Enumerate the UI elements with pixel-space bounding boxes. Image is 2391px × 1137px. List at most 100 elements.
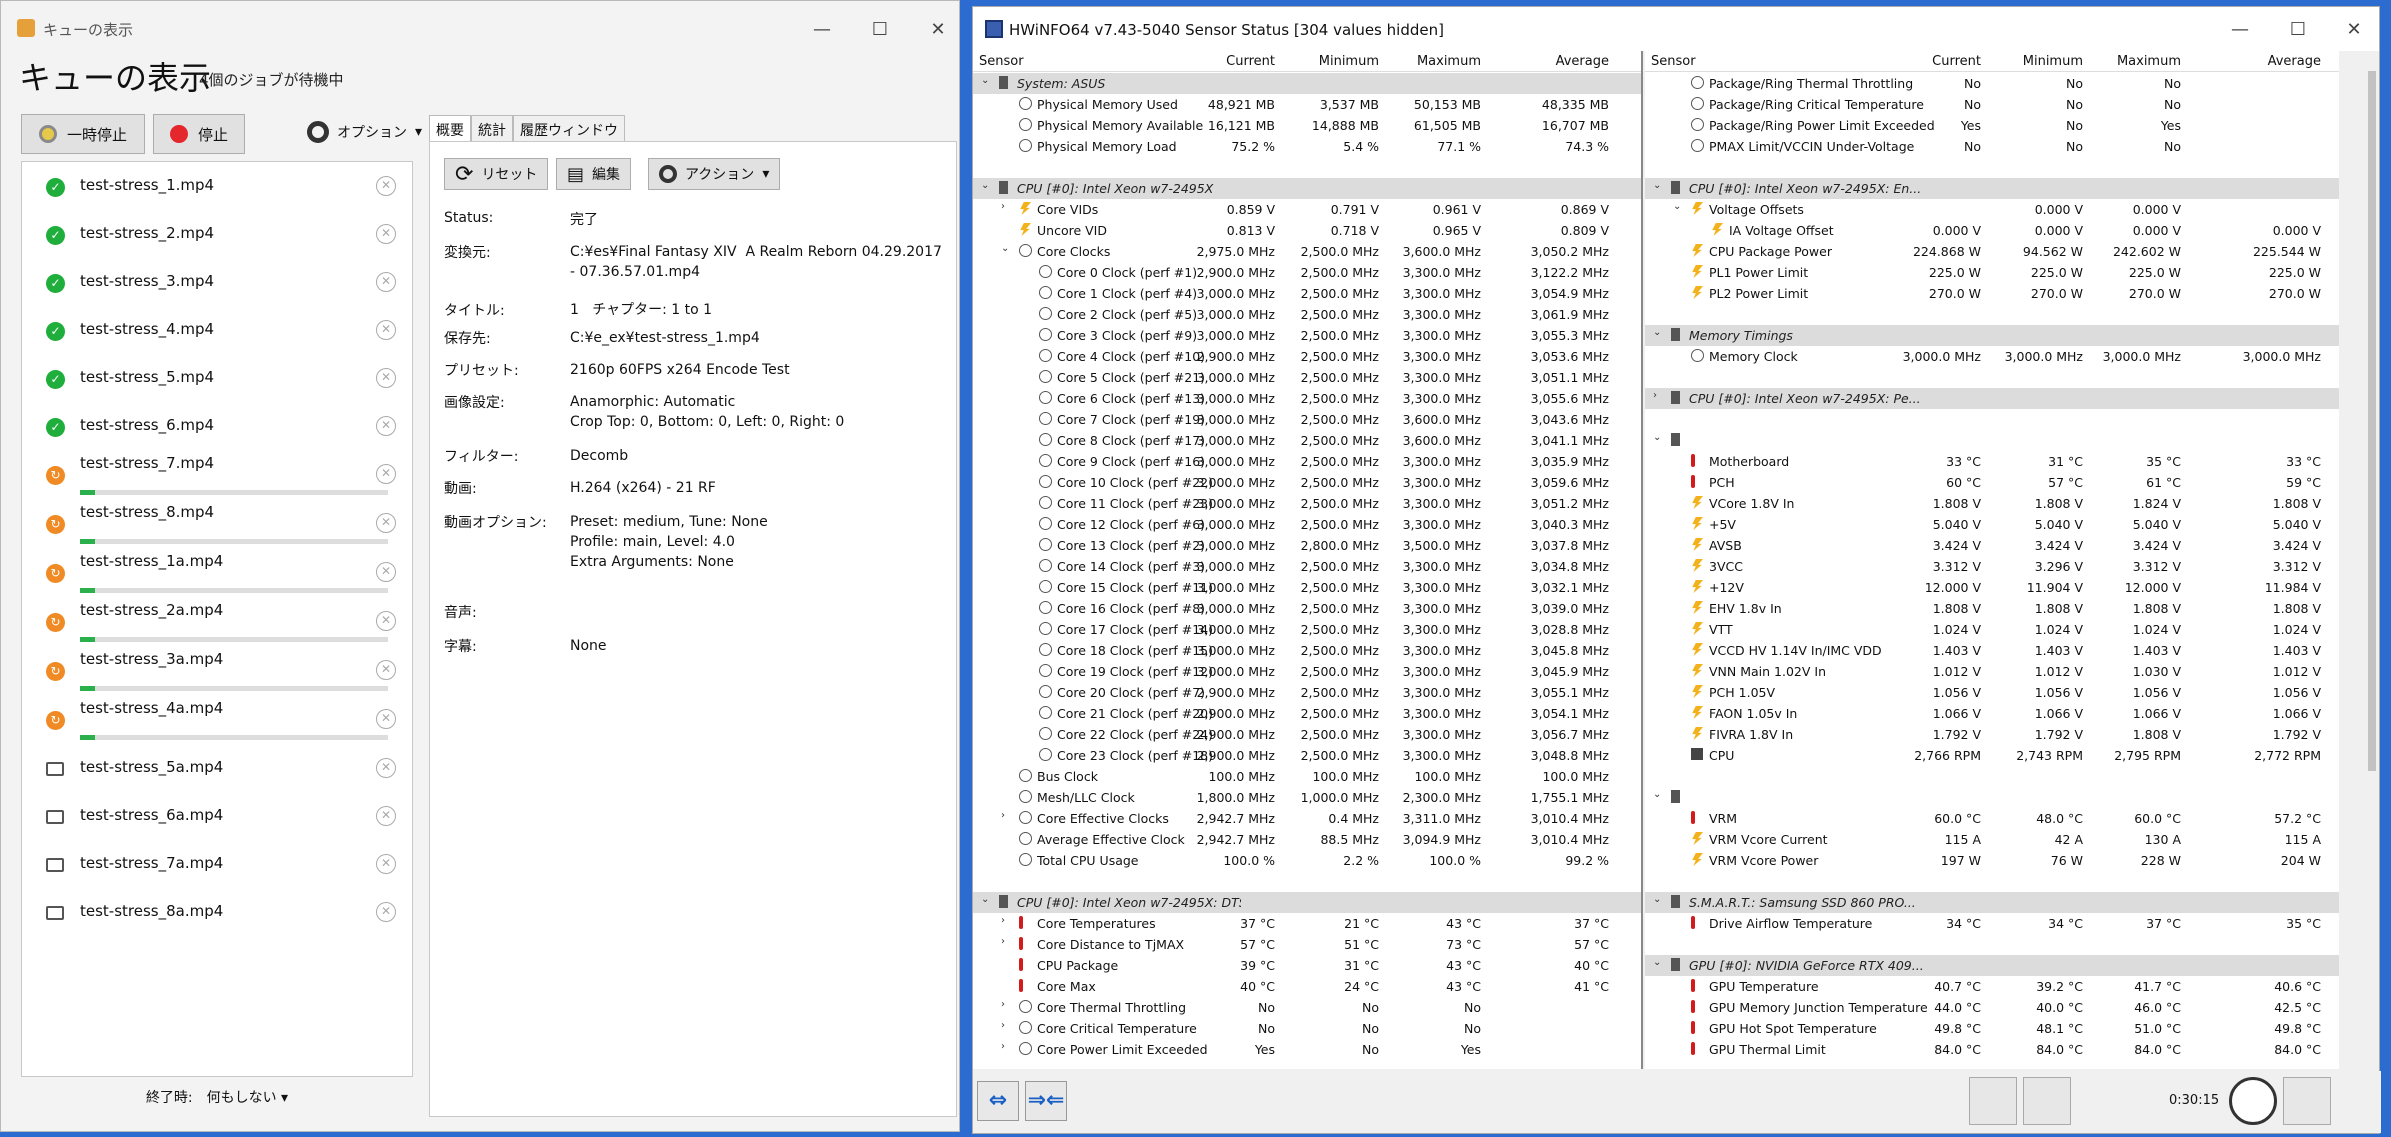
close-icon[interactable]: ✕ (923, 15, 953, 45)
list-item[interactable]: ↻ test-stress_4a.mp4 ✕ (22, 697, 412, 743)
list-item[interactable]: ✓ test-stress_3.mp4 ✕ (22, 260, 412, 306)
sensor-row[interactable]: › Core Effective Clocks 2,942.7 MHz 0.4 MHz… (973, 808, 1641, 829)
sensor-row[interactable]: CPU Package Power 224.868 W 94.562 W 242.60… (1645, 241, 2339, 262)
remove-icon[interactable]: ✕ (376, 660, 396, 680)
sensor-row[interactable]: Core 19 Clock (perf #12) 3,000.0 MHz 2,500… (973, 661, 1641, 682)
column-header-current[interactable]: Current (1226, 54, 1275, 69)
sensor-row[interactable]: Package/Ring Power Limit Exceeded Yes No Ye… (1645, 115, 2339, 136)
tab-stats[interactable]: 統計 (471, 115, 513, 141)
sensor-row[interactable]: VNN Main 1.02V In 1.012 V 1.012 V 1.030 V 1.… (1645, 661, 2339, 682)
sensor-group[interactable]: ⌄ Memory Timings (1645, 325, 2339, 346)
sensor-row[interactable]: EHV 1.8v In 1.808 V 1.808 V 1.808 V 1.808 V (1645, 598, 2339, 619)
list-item[interactable]: test-stress_5a.mp4 ✕ (22, 746, 412, 792)
list-item[interactable]: ↻ test-stress_1a.mp4 ✕ (22, 550, 412, 596)
sensor-pane-right[interactable]: Sensor Current Minimum Maximum Average Packag… (1645, 51, 2339, 1069)
sensor-row[interactable]: GPU Thermal Limit 84.0 °C 84.0 °C 84.0 °C 84… (1645, 1039, 2339, 1060)
sensor-row[interactable]: IA Voltage Offset 0.000 V 0.000 V 0.000 V 0.… (1645, 220, 2339, 241)
sensor-row[interactable]: Core 6 Clock (perf #13) 3,000.0 MHz 2,500.… (973, 388, 1641, 409)
list-item[interactable]: test-stress_6a.mp4 ✕ (22, 794, 412, 840)
scrollbar[interactable] (2365, 51, 2379, 1069)
remove-icon[interactable]: ✕ (376, 611, 396, 631)
list-item[interactable]: ✓ test-stress_4.mp4 ✕ (22, 308, 412, 354)
sensor-row[interactable]: Core 15 Clock (perf #11) 3,000.0 MHz 2,500… (973, 577, 1641, 598)
sensor-row[interactable]: Core 0 Clock (perf #1) 2,900.0 MHz 2,500.0… (973, 262, 1641, 283)
column-header-minimum[interactable]: Minimum (1319, 54, 1379, 69)
sensor-row[interactable]: VCCD HV 1.14V In/IMC VDD 1.403 V 1.403 V 1.… (1645, 640, 2339, 661)
sensor-row[interactable]: VCore 1.8V In 1.808 V 1.808 V 1.824 V 1.808 … (1645, 493, 2339, 514)
sensor-row[interactable]: › Core Critical Temperature No No No (973, 1018, 1641, 1039)
chevron-right-icon[interactable]: › (1001, 937, 1011, 947)
sensor-row[interactable]: Physical Memory Used 48,921 MB 3,537 MB 50,… (973, 94, 1641, 115)
sensor-row[interactable]: Core 1 Clock (perf #4) 3,000.0 MHz 2,500.0… (973, 283, 1641, 304)
remove-icon[interactable]: ✕ (376, 320, 396, 340)
remove-icon[interactable]: ✕ (376, 416, 396, 436)
sensor-row[interactable]: › Core Power Limit Exceeded Yes No Yes (973, 1039, 1641, 1060)
remove-icon[interactable]: ✕ (376, 758, 396, 778)
scrollbar-thumb[interactable] (2368, 71, 2376, 771)
sensor-row[interactable]: Core 10 Clock (perf #22) 3,000.0 MHz 2,500… (973, 472, 1641, 493)
sensor-row[interactable]: Core 14 Clock (perf #3) 3,000.0 MHz 2,500.… (973, 556, 1641, 577)
reset-log-icon[interactable] (2283, 1077, 2331, 1125)
computer-icon[interactable] (1969, 1077, 2017, 1125)
sensor-row[interactable]: Core 4 Clock (perf #10) 2,900.0 MHz 2,500.… (973, 346, 1641, 367)
sensor-row[interactable]: Core 18 Clock (perf #15) 3,000.0 MHz 2,500… (973, 640, 1641, 661)
expand-arrows-icon[interactable]: ⇔ (977, 1081, 1019, 1121)
sensor-row[interactable]: Core 21 Clock (perf #20) 2,900.0 MHz 2,500… (973, 703, 1641, 724)
sensor-group[interactable]: ⌄ CPU [#0]: Intel Xeon w7-2495X: DTS (973, 892, 1641, 913)
sensor-row[interactable]: VRM Vcore Current 115 A 42 A 130 A 115 A (1645, 829, 2339, 850)
remove-icon[interactable]: ✕ (376, 902, 396, 922)
sensor-row[interactable]: PCH 60 °C 57 °C 61 °C 59 °C (1645, 472, 2339, 493)
sensor-row[interactable]: GPU Temperature 40.7 °C 39.2 °C 41.7 °C 40.6… (1645, 976, 2339, 997)
sensor-row[interactable]: Core 13 Clock (perf #2) 3,000.0 MHz 2,800.… (973, 535, 1641, 556)
sensor-row[interactable]: VRM 60.0 °C 48.0 °C 60.0 °C 57.2 °C (1645, 808, 2339, 829)
sensor-row[interactable]: GPU Memory Junction Temperature 44.0 °C 40… (1645, 997, 2339, 1018)
column-header-current[interactable]: Current (1932, 54, 1981, 69)
chevron-right-icon[interactable]: › (1001, 811, 1011, 821)
remove-icon[interactable]: ✕ (376, 513, 396, 533)
list-item[interactable]: ✓ test-stress_6.mp4 ✕ (22, 404, 412, 450)
column-header-maximum[interactable]: Maximum (2117, 54, 2181, 69)
sensor-row[interactable]: › Core Thermal Throttling No No No (973, 997, 1641, 1018)
chevron-down-icon[interactable]: ⌄ (981, 181, 991, 191)
stop-button[interactable]: 停止 (153, 114, 245, 154)
list-item[interactable]: ✓ test-stress_5.mp4 ✕ (22, 356, 412, 402)
sensor-row[interactable]: VTT 1.024 V 1.024 V 1.024 V 1.024 V (1645, 619, 2339, 640)
sensor-row[interactable]: Core 16 Clock (perf #8) 3,000.0 MHz 2,500.… (973, 598, 1641, 619)
collapse-arrows-icon[interactable]: ⇒⇐ (1025, 1081, 1067, 1121)
sensor-row[interactable]: FIVRA 1.8V In 1.792 V 1.792 V 1.808 V 1.792 … (1645, 724, 2339, 745)
remove-icon[interactable]: ✕ (376, 368, 396, 388)
sensor-group[interactable]: ⌄ System: ASUS (973, 73, 1641, 94)
sensor-row[interactable]: FAON 1.05v In 1.066 V 1.066 V 1.066 V 1.066 … (1645, 703, 2339, 724)
column-header-maximum[interactable]: Maximum (1417, 54, 1481, 69)
minimize-icon[interactable]: — (2225, 15, 2255, 45)
sensor-group[interactable]: › CPU [#0]: Intel Xeon w7-2495X: Pe... (1645, 388, 2339, 409)
chevron-down-icon[interactable]: ⌄ (1653, 181, 1663, 191)
sensor-row[interactable]: Mesh/LLC Clock 1,800.0 MHz 1,000.0 MHz 2,30… (973, 787, 1641, 808)
column-header-sensor[interactable]: Sensor (979, 54, 1024, 69)
remove-icon[interactable]: ✕ (376, 272, 396, 292)
clock-icon[interactable] (2229, 1077, 2277, 1125)
maximize-icon[interactable]: ☐ (865, 15, 895, 45)
edit-button[interactable]: ▤ 編集 (556, 158, 632, 190)
sensor-row[interactable]: Uncore VID 0.813 V 0.718 V 0.965 V 0.809 V (973, 220, 1641, 241)
sensor-row[interactable]: Physical Memory Available 16,121 MB 14,888… (973, 115, 1641, 136)
sensor-row[interactable]: Core 12 Clock (perf #6) 3,000.0 MHz 2,500.… (973, 514, 1641, 535)
list-item[interactable]: ↻ test-stress_7.mp4 ✕ (22, 452, 412, 498)
column-header-average[interactable]: Average (2268, 54, 2321, 69)
sensor-row[interactable]: Core Max 40 °C 24 °C 43 °C 41 °C (973, 976, 1641, 997)
list-item[interactable]: ✓ test-stress_2.mp4 ✕ (22, 212, 412, 258)
sensor-row[interactable]: PL1 Power Limit 225.0 W 225.0 W 225.0 W 225.… (1645, 262, 2339, 283)
sensor-row[interactable]: ⌄ Core Clocks 2,975.0 MHz 2,500.0 MHz 3,600.… (973, 241, 1641, 262)
sensor-row[interactable]: +12V 12.000 V 11.904 V 12.000 V 11.984 V (1645, 577, 2339, 598)
sensor-group[interactable]: ⌄ GPU [#0]: NVIDIA GeForce RTX 409... (1645, 955, 2339, 976)
reset-button[interactable]: ⟳ リセット (444, 158, 549, 190)
sensor-row[interactable]: PCH 1.05V 1.056 V 1.056 V 1.056 V 1.056 V (1645, 682, 2339, 703)
remove-icon[interactable]: ✕ (376, 806, 396, 826)
sensor-row[interactable]: Memory Clock 3,000.0 MHz 3,000.0 MHz 3,000.… (1645, 346, 2339, 367)
sensor-row[interactable]: +5V 5.040 V 5.040 V 5.040 V 5.040 V (1645, 514, 2339, 535)
sensor-row[interactable]: Core 2 Clock (perf #5) 3,000.0 MHz 2,500.0… (973, 304, 1641, 325)
chevron-right-icon[interactable]: › (1001, 202, 1011, 212)
sensor-row[interactable]: Core 23 Clock (perf #18) 2,900.0 MHz 2,500… (973, 745, 1641, 766)
chevron-right-icon[interactable]: › (1653, 391, 1663, 401)
sensor-row[interactable]: Package/Ring Critical Temperature No No No (1645, 94, 2339, 115)
